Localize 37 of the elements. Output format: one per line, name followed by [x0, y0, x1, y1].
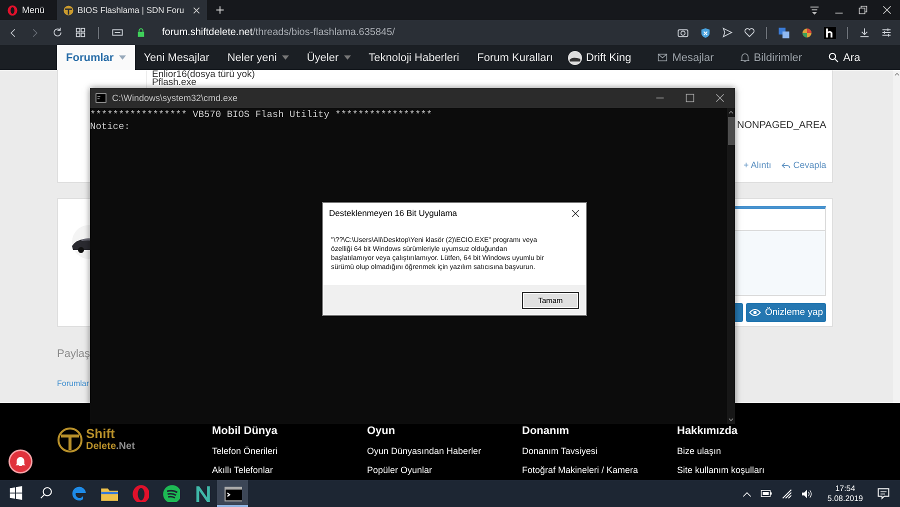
search-link[interactable]: Ara — [822, 50, 866, 64]
footer-link[interactable]: Telefon Önerileri — [212, 446, 367, 456]
dialog-title: Desteklenmeyen 16 Bit Uygulama — [329, 208, 458, 218]
nav-tab[interactable]: Neler yeni — [218, 45, 298, 70]
messages-link[interactable]: Mesajlar — [651, 50, 720, 64]
nav-tab[interactable]: Teknoloji Haberleri — [360, 45, 468, 70]
address-field[interactable]: forum.shiftdelete.net/threads/bios-flashlama.635845/ — [162, 27, 395, 38]
browser-tab[interactable]: BIOS Flashlama | SDN Foru — [56, 0, 207, 20]
site-logo[interactable]: Shift Delete.Net — [57, 427, 152, 457]
footer-heading: Mobil Dünya — [212, 425, 278, 437]
footer-link[interactable]: Bize ulaşın — [677, 446, 832, 456]
nav-tab[interactable]: Yeni Mesajlar — [134, 45, 218, 70]
footer-link[interactable]: Donanım Tavsiyesi — [522, 446, 677, 456]
window-title: C:\Windows\system32\cmd.exe — [112, 93, 238, 103]
menu-button[interactable]: Menü — [0, 0, 51, 20]
footer-link[interactable]: Oyun Dünyasından Haberler — [367, 446, 522, 456]
nav-tab[interactable]: Forumlar — [57, 45, 135, 70]
alerts-link[interactable]: Bildirimler — [734, 50, 808, 64]
console-line: ***************** VB570 BIOS Flash Utility ***************** — [90, 109, 434, 121]
post-text: NONPAGED_AREA — [737, 120, 826, 131]
share-label: Paylaş: — [57, 348, 94, 360]
quote-link[interactable]: + Alıntı — [743, 160, 772, 170]
post-text: Enlior16(dosya türü yok) — [152, 71, 256, 79]
footer-link[interactable]: Fotoğraf Makineleri / Kamera — [522, 465, 677, 475]
footer-heading: Donanım — [522, 425, 570, 437]
user-link[interactable]: Drift King — [562, 50, 638, 66]
footer-heading: Oyun — [367, 425, 396, 437]
nav-tab[interactable]: Forum Kuralları — [468, 45, 562, 70]
footer-heading: Hakkımızda — [677, 425, 739, 437]
footer-link[interactable]: Akıllı Telefonlar — [212, 465, 367, 475]
clock[interactable]: 17:54 5.08.2019 — [821, 484, 869, 504]
footer-link[interactable]: Popüler Oyunlar — [367, 465, 522, 475]
preview-button[interactable]: Önizleme yap — [746, 303, 826, 322]
console-line: Notice: — [90, 121, 131, 133]
nav-tab[interactable]: Üyeler — [298, 45, 360, 70]
footer-link[interactable]: Site kullanım koşulları — [677, 465, 832, 475]
post-text: Pflash.exe — [152, 79, 196, 87]
